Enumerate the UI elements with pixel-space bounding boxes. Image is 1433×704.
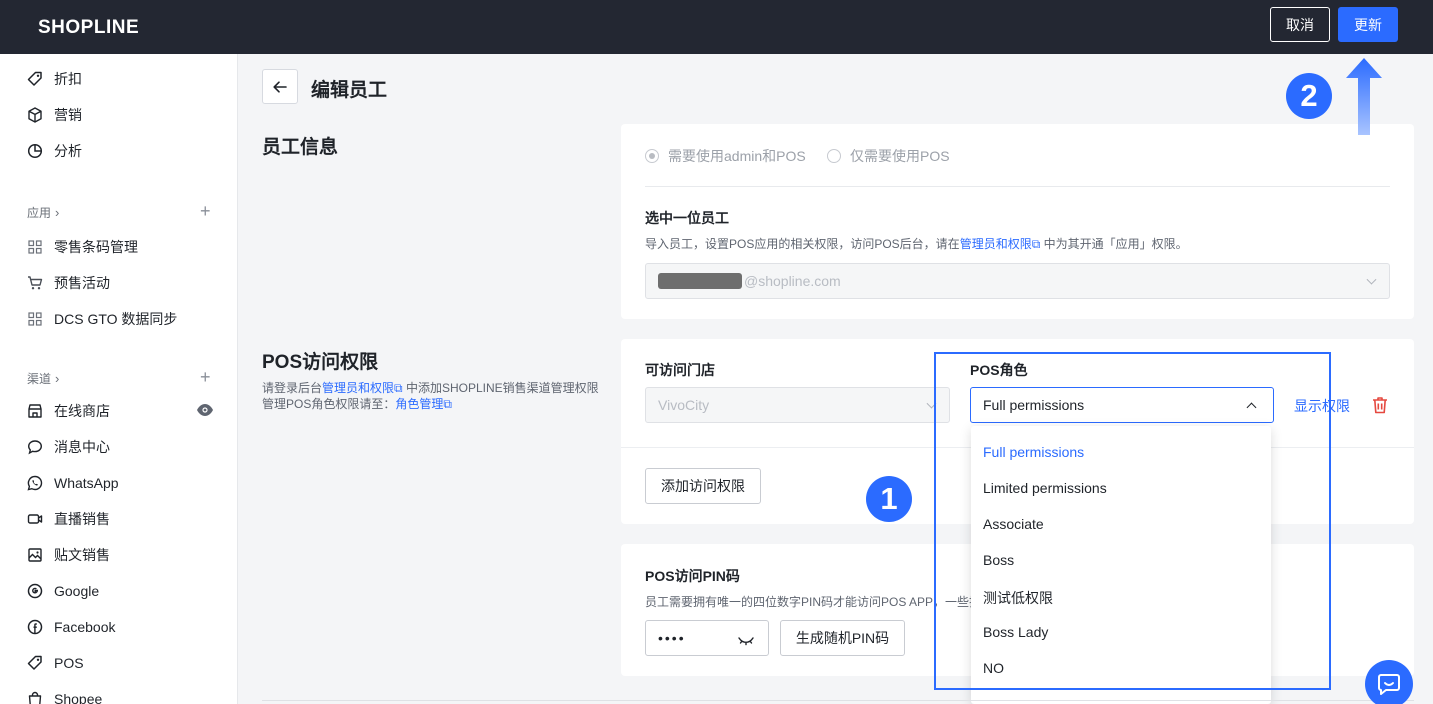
- sidebar-item-pos[interactable]: POS: [26, 651, 84, 675]
- radio-unchecked-icon: [827, 149, 841, 163]
- employee-info-title: 员工信息: [262, 137, 339, 158]
- sidebar-item-shopee[interactable]: Shopee: [26, 687, 102, 704]
- apps-group-label[interactable]: 应用 ›: [27, 204, 59, 221]
- generate-pin-button[interactable]: 生成随机PIN码: [780, 620, 905, 656]
- tag-icon: [26, 70, 44, 88]
- sidebar-item-whatsapp[interactable]: WhatsApp: [26, 471, 119, 495]
- admin-permissions-link[interactable]: 管理员和权限: [322, 381, 394, 395]
- app-grid-icon: [26, 310, 44, 328]
- select-employee-hint: 导入员工，设置POS应用的相关权限，访问POS后台，请在管理员和权限⧉ 中为其开…: [645, 237, 1188, 251]
- divider: [645, 186, 1390, 187]
- sidebar: 折扣 营销 分析 应用 › + 零售条码管理 预售活动 DCS GTO 数据同步: [0, 54, 238, 704]
- external-link-icon: ⧉: [1031, 237, 1041, 251]
- store-label: 可访问门店: [645, 362, 715, 378]
- step-badge-2: 2: [1286, 73, 1332, 119]
- app-grid-icon: [26, 238, 44, 256]
- chevron-down-icon: [1366, 274, 1377, 285]
- message-icon: [26, 438, 44, 456]
- facebook-icon: [26, 618, 44, 636]
- trash-icon[interactable]: [1370, 395, 1390, 418]
- sidebar-item-label: 分析: [54, 143, 82, 159]
- eye-closed-icon[interactable]: [738, 633, 754, 649]
- store-icon: [26, 402, 44, 420]
- sidebar-item-label: 预售活动: [54, 275, 110, 291]
- add-channel-icon[interactable]: +: [200, 368, 211, 386]
- sidebar-item-label: WhatsApp: [54, 475, 119, 491]
- sidebar-item-post-sales[interactable]: 贴文销售: [26, 543, 110, 567]
- live-video-icon: [26, 510, 44, 528]
- add-access-button[interactable]: 添加访问权限: [645, 468, 761, 504]
- arrow-up-icon: [1344, 58, 1384, 139]
- chevron-right-icon: ›: [55, 371, 60, 386]
- chevron-right-icon: ›: [55, 205, 60, 220]
- radio-pos-only[interactable]: 仅需要使用POS: [827, 146, 950, 166]
- sidebar-item-retail-barcode[interactable]: 零售条码管理: [26, 235, 138, 259]
- select-employee-label: 选中一位员工: [645, 210, 729, 226]
- sidebar-item-label: POS: [54, 655, 84, 671]
- chat-support-button[interactable]: [1365, 660, 1413, 704]
- sidebar-item-label: 贴文销售: [54, 547, 110, 563]
- sidebar-item-online-store[interactable]: 在线商店: [26, 399, 110, 423]
- sidebar-item-dcs-gto[interactable]: DCS GTO 数据同步: [26, 307, 177, 331]
- sidebar-item-discount[interactable]: 折扣: [26, 67, 82, 91]
- sidebar-item-label: 折扣: [54, 71, 82, 87]
- sidebar-item-live-sales[interactable]: 直播销售: [26, 507, 110, 531]
- sidebar-item-label: 消息中心: [54, 439, 110, 455]
- pin-title: POS访问PIN码: [645, 568, 740, 584]
- sidebar-item-label: Google: [54, 583, 100, 599]
- cube-icon: [26, 106, 44, 124]
- sidebar-item-label: Shopee: [54, 691, 103, 704]
- image-post-icon: [26, 546, 44, 564]
- highlight-box: [934, 352, 1331, 690]
- sidebar-item-label: 营销: [54, 107, 82, 123]
- sidebar-item-label: 在线商店: [54, 403, 110, 419]
- radio-checked-icon: [645, 149, 659, 163]
- sidebar-item-google[interactable]: Google: [26, 579, 99, 603]
- update-button[interactable]: 更新: [1338, 7, 1398, 42]
- store-select: VivoCity: [645, 387, 950, 423]
- shopee-bag-icon: [26, 690, 44, 704]
- page-title: 编辑员工: [311, 80, 388, 101]
- pin-hint: 员工需要拥有唯一的四位数字PIN码才能访问POS APP，一些操: [645, 595, 982, 609]
- back-button[interactable]: [262, 69, 298, 104]
- radio-admin-and-pos[interactable]: 需要使用admin和POS: [645, 146, 806, 166]
- sidebar-item-label: DCS GTO 数据同步: [54, 311, 178, 327]
- pos-access-description: 请登录后台管理员和权限⧉ 中添加SHOPLINE销售渠道管理权限 管理POS角色…: [262, 381, 599, 411]
- sidebar-item-presale[interactable]: 预售活动: [26, 271, 110, 295]
- admin-permissions-link[interactable]: 管理员和权限: [960, 237, 1032, 251]
- add-app-icon[interactable]: +: [200, 202, 211, 220]
- cancel-button[interactable]: 取消: [1270, 7, 1330, 42]
- google-icon: [26, 582, 44, 600]
- redacted-email-prefix: [658, 273, 742, 289]
- step-badge-1: 1: [866, 476, 912, 522]
- top-bar: SHOPLINE 取消 更新: [0, 0, 1433, 54]
- sidebar-item-facebook[interactable]: Facebook: [26, 615, 115, 639]
- divider: [262, 700, 1414, 701]
- eye-icon[interactable]: [196, 403, 214, 420]
- sidebar-item-analytics[interactable]: 分析: [26, 139, 82, 163]
- arrow-left-icon: [273, 80, 287, 93]
- sidebar-item-label: 零售条码管理: [54, 239, 138, 255]
- pos-access-title: POS访问权限: [262, 352, 379, 373]
- chat-bubble-icon: [1378, 674, 1400, 695]
- shopline-logo: SHOPLINE: [38, 17, 140, 38]
- pie-chart-icon: [26, 142, 44, 160]
- sidebar-item-label: 直播销售: [54, 511, 110, 527]
- sidebar-item-marketing[interactable]: 营销: [26, 103, 82, 127]
- pin-input[interactable]: ••••: [645, 620, 769, 656]
- sidebar-item-label: Facebook: [54, 619, 116, 635]
- sidebar-item-message-center[interactable]: 消息中心: [26, 435, 110, 459]
- presale-cart-icon: [26, 274, 44, 292]
- external-link-icon: ⧉: [443, 397, 452, 411]
- whatsapp-icon: [26, 474, 44, 492]
- pos-tag-icon: [26, 654, 44, 672]
- external-link-icon: ⧉: [394, 381, 403, 395]
- channels-group-label[interactable]: 渠道 ›: [27, 370, 59, 387]
- role-management-link[interactable]: 角色管理: [395, 397, 443, 411]
- employee-select: @shopline.com: [645, 263, 1390, 299]
